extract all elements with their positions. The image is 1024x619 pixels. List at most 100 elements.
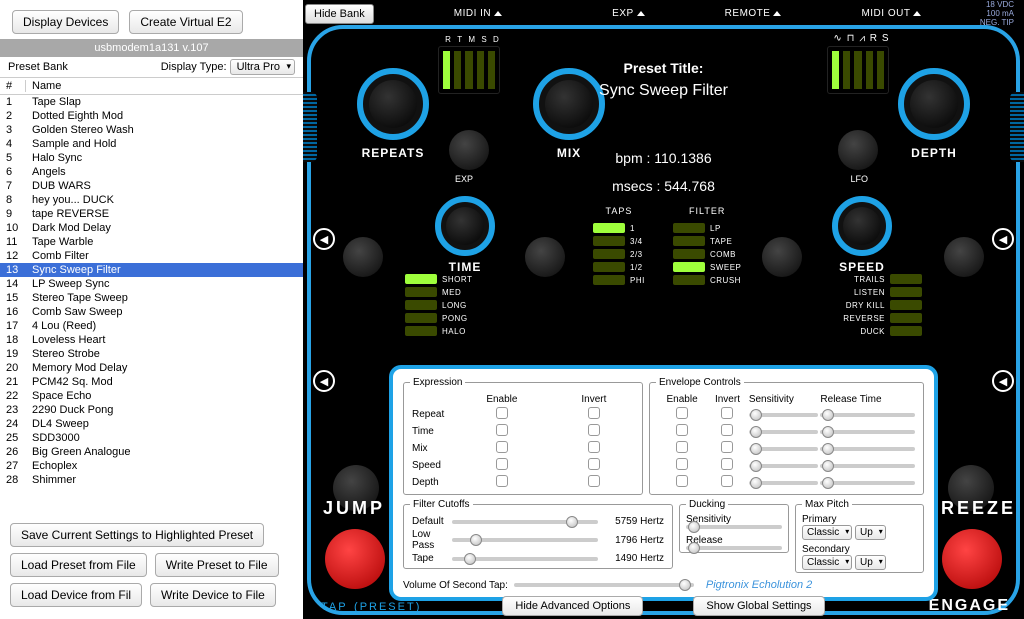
exp-invert-check[interactable] (588, 407, 600, 419)
preset-row[interactable]: 9tape REVERSE (0, 207, 303, 221)
col-header-name[interactable]: Name (26, 80, 303, 92)
env-enable-check[interactable] (676, 441, 688, 453)
env-invert-check[interactable] (721, 407, 733, 419)
preset-row[interactable]: 15Stereo Tape Sweep (0, 291, 303, 305)
option-item[interactable]: MED (405, 287, 472, 297)
preset-row[interactable]: 14LP Sweep Sync (0, 277, 303, 291)
col-header-num[interactable]: # (0, 80, 26, 92)
dark-button-l1[interactable] (343, 237, 383, 277)
preset-list[interactable]: 1Tape Slap2Dotted Eighth Mod3Golden Ster… (0, 95, 303, 517)
preset-row[interactable]: 1Tape Slap (0, 95, 303, 109)
env-sens-slider[interactable] (749, 447, 819, 451)
duck-sensitivity-slider[interactable] (686, 525, 782, 529)
env-sens-slider[interactable] (749, 413, 819, 417)
preset-row[interactable]: 25SDD3000 (0, 431, 303, 445)
env-invert-check[interactable] (721, 458, 733, 470)
preset-row[interactable]: 10Dark Mod Delay (0, 221, 303, 235)
exp-enable-check[interactable] (496, 424, 508, 436)
create-virtual-button[interactable]: Create Virtual E2 (129, 10, 242, 34)
env-sens-slider[interactable] (749, 464, 819, 468)
left-arrow-2[interactable]: ◀ (313, 370, 335, 392)
option-item[interactable]: TRAILS (854, 274, 922, 284)
option-item[interactable]: HALO (405, 326, 472, 336)
preset-row[interactable]: 19Stereo Strobe (0, 347, 303, 361)
lowpass-cutoff-slider[interactable] (452, 538, 598, 542)
secondary-up-select[interactable]: Up (855, 555, 886, 570)
preset-row[interactable]: 3Golden Stereo Wash (0, 123, 303, 137)
env-invert-check[interactable] (721, 441, 733, 453)
hide-advanced-button[interactable]: Hide Advanced Options (502, 596, 643, 616)
duck-release-slider[interactable] (686, 546, 782, 550)
show-global-button[interactable]: Show Global Settings (693, 596, 824, 616)
env-enable-check[interactable] (676, 475, 688, 487)
option-item[interactable]: LONG (405, 300, 472, 310)
preset-row[interactable]: 26Big Green Analogue (0, 445, 303, 459)
exp-invert-check[interactable] (588, 441, 600, 453)
option-item[interactable]: 3/4 (593, 236, 645, 246)
env-release-slider[interactable] (820, 447, 915, 451)
env-invert-check[interactable] (721, 475, 733, 487)
tap-stomp[interactable] (325, 529, 385, 589)
load-preset-button[interactable]: Load Preset from File (10, 553, 147, 577)
exp-enable-check[interactable] (496, 407, 508, 419)
preset-row[interactable]: 27Echoplex (0, 459, 303, 473)
depth-knob[interactable]: DEPTH (898, 68, 970, 140)
secondary-classic-select[interactable]: Classic (802, 555, 852, 570)
preset-row[interactable]: 21PCM42 Sq. Mod (0, 375, 303, 389)
primary-classic-select[interactable]: Classic (802, 525, 852, 540)
option-item[interactable]: 1/2 (593, 262, 645, 272)
load-device-button[interactable]: Load Device from Fil (10, 583, 142, 607)
exp-enable-check[interactable] (496, 458, 508, 470)
preset-row[interactable]: 13Sync Sweep Filter (0, 263, 303, 277)
env-release-slider[interactable] (820, 430, 915, 434)
exp-enable-check[interactable] (496, 475, 508, 487)
preset-row[interactable]: 2Dotted Eighth Mod (0, 109, 303, 123)
exp-button[interactable] (449, 130, 489, 170)
hide-bank-button[interactable]: Hide Bank (305, 4, 374, 24)
preset-row[interactable]: 22Space Echo (0, 389, 303, 403)
option-item[interactable]: DUCK (860, 326, 922, 336)
option-item[interactable]: SHORT (405, 274, 472, 284)
option-item[interactable]: 1 (593, 223, 645, 233)
exp-invert-check[interactable] (588, 458, 600, 470)
dark-button-l2[interactable] (525, 237, 565, 277)
option-item[interactable]: CRUSH (673, 275, 741, 285)
preset-row[interactable]: 16Comb Saw Sweep (0, 305, 303, 319)
preset-row[interactable]: 18Loveless Heart (0, 333, 303, 347)
mix-knob[interactable]: MIX (533, 68, 605, 140)
env-enable-check[interactable] (676, 458, 688, 470)
option-item[interactable]: REVERSE (843, 313, 922, 323)
prev-preset-button[interactable]: ◀ (313, 228, 335, 250)
option-item[interactable]: SWEEP (673, 262, 741, 272)
env-invert-check[interactable] (721, 424, 733, 436)
next-preset-button[interactable]: ◀ (992, 228, 1014, 250)
save-settings-button[interactable]: Save Current Settings to Highlighted Pre… (10, 523, 264, 547)
right-arrow-2[interactable]: ◀ (992, 370, 1014, 392)
preset-row[interactable]: 28Shimmer (0, 473, 303, 487)
dark-button-r2[interactable] (762, 237, 802, 277)
env-release-slider[interactable] (820, 481, 915, 485)
exp-invert-check[interactable] (588, 424, 600, 436)
write-device-button[interactable]: Write Device to File (150, 583, 276, 607)
speed-knob[interactable]: SPEED (832, 196, 892, 256)
env-sens-slider[interactable] (749, 481, 819, 485)
preset-row[interactable]: 11Tape Warble (0, 235, 303, 249)
display-type-select[interactable]: Ultra Pro (230, 59, 295, 75)
exp-enable-check[interactable] (496, 441, 508, 453)
primary-up-select[interactable]: Up (855, 525, 886, 540)
option-item[interactable]: TAPE (673, 236, 741, 246)
dark-button-r1[interactable] (944, 237, 984, 277)
env-enable-check[interactable] (676, 424, 688, 436)
preset-row[interactable]: 8hey you... DUCK (0, 193, 303, 207)
env-sens-slider[interactable] (749, 430, 819, 434)
env-release-slider[interactable] (820, 413, 915, 417)
preset-row[interactable]: 20Memory Mod Delay (0, 361, 303, 375)
display-devices-button[interactable]: Display Devices (12, 10, 119, 34)
preset-row[interactable]: 12Comb Filter (0, 249, 303, 263)
env-enable-check[interactable] (676, 407, 688, 419)
preset-row[interactable]: 5Halo Sync (0, 151, 303, 165)
option-item[interactable]: 2/3 (593, 249, 645, 259)
preset-row[interactable]: 24DL4 Sweep (0, 417, 303, 431)
lfo-button[interactable] (838, 130, 878, 170)
option-item[interactable]: DRY KILL (846, 300, 922, 310)
